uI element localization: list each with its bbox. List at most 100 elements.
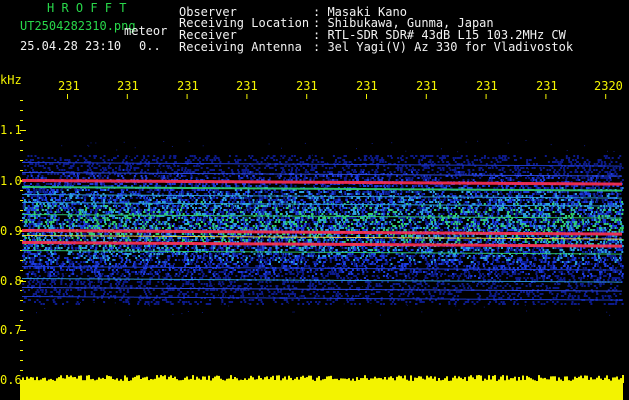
noise-speck [23, 209, 26, 211]
noise-speck [372, 199, 375, 201]
noise-speck [405, 185, 408, 187]
noise-speck [453, 199, 456, 201]
noise-speck [461, 191, 464, 193]
noise-speck [91, 165, 94, 167]
noise-speck [235, 185, 238, 187]
noise-speck [250, 157, 252, 159]
noise-speck [567, 201, 570, 203]
noise-speck [579, 209, 582, 211]
noise-speck [516, 195, 519, 197]
noise-speck [378, 179, 381, 181]
noise-speck [449, 169, 452, 171]
noise-speck [590, 177, 593, 179]
freq-tick-mark [20, 370, 23, 371]
freq-tick-mark [20, 120, 23, 121]
noise-speck [100, 199, 103, 201]
noise-speck [27, 155, 30, 157]
noise-speck [51, 207, 54, 209]
noise-speck [619, 193, 622, 195]
noise-speck [338, 201, 341, 203]
noise-speck [498, 169, 501, 171]
noise-speck [318, 191, 320, 193]
noise-speck [318, 207, 321, 209]
noise-speck [485, 207, 488, 209]
noise-speck [95, 155, 97, 157]
noise-speck [126, 167, 129, 169]
time-tick-mark [67, 94, 68, 99]
noise-speck [534, 199, 537, 201]
noise-speck [265, 207, 268, 209]
noise-speck [376, 193, 379, 195]
noise-speck [417, 185, 420, 187]
noise-speck [340, 193, 343, 195]
noise-speck [621, 201, 623, 203]
noise-speck [312, 169, 315, 171]
noise-speck [513, 201, 516, 203]
noise-speck [376, 207, 378, 209]
noise-speck [158, 191, 161, 193]
noise-speck [505, 187, 508, 189]
noise-speck [449, 209, 452, 211]
noise-speck [36, 199, 39, 201]
noise-speck [280, 167, 283, 169]
noise-speck [493, 177, 496, 179]
noise-speck [164, 205, 167, 207]
noise-speck [378, 197, 381, 199]
noise-speck [540, 169, 543, 171]
freq-tick-mark [20, 110, 23, 111]
noise-speck [435, 201, 437, 203]
noise-speck [562, 177, 565, 179]
noise-speck [243, 193, 246, 195]
noise-speck [554, 203, 557, 205]
noise-speck [148, 207, 151, 209]
noise-speck [302, 209, 305, 211]
noise-speck [535, 193, 538, 195]
noise-speck [354, 159, 357, 161]
noise-speck [546, 191, 549, 193]
noise-speck [515, 159, 518, 161]
noise-speck [431, 201, 434, 203]
noise-speck [619, 155, 622, 157]
noise-speck [25, 207, 28, 209]
noise-speck [608, 203, 611, 205]
noise-speck [481, 157, 484, 159]
noise-speck [443, 155, 446, 157]
noise-speck [361, 205, 364, 207]
noise-speck [612, 167, 615, 169]
noise-speck [496, 187, 499, 189]
noise-speck [212, 183, 215, 185]
noise-speck [474, 207, 477, 209]
noise-speck [507, 199, 510, 201]
noise-speck [282, 157, 285, 159]
noise-speck [365, 197, 368, 199]
noise-speck [152, 201, 155, 203]
noise-speck [289, 197, 291, 199]
noise-speck [36, 205, 39, 207]
noise-speck [363, 209, 366, 211]
noise-speck [354, 199, 357, 201]
noise-speck [539, 209, 541, 211]
noise-speck [606, 193, 608, 195]
noise-speck [244, 211, 246, 213]
noise-speck [570, 171, 573, 173]
noise-speck [44, 199, 47, 201]
noise-speck [369, 155, 372, 157]
noise-speck [246, 177, 249, 179]
noise-speck [513, 199, 516, 201]
noise-speck [77, 169, 80, 171]
noise-speck [415, 155, 418, 157]
noise-speck [259, 177, 262, 179]
noise-speck [218, 169, 221, 171]
noise-speck [283, 197, 286, 199]
noise-speck [491, 209, 494, 211]
noise-speck [571, 177, 574, 179]
noise-speck [345, 199, 348, 201]
noise-speck [280, 155, 283, 157]
noise-speck [264, 167, 267, 169]
noise-speck [361, 211, 364, 213]
noise-speck [496, 161, 499, 163]
noise-speck [463, 161, 466, 163]
noise-speck [315, 159, 318, 161]
noise-speck [604, 199, 607, 201]
noise-speck [359, 165, 362, 167]
